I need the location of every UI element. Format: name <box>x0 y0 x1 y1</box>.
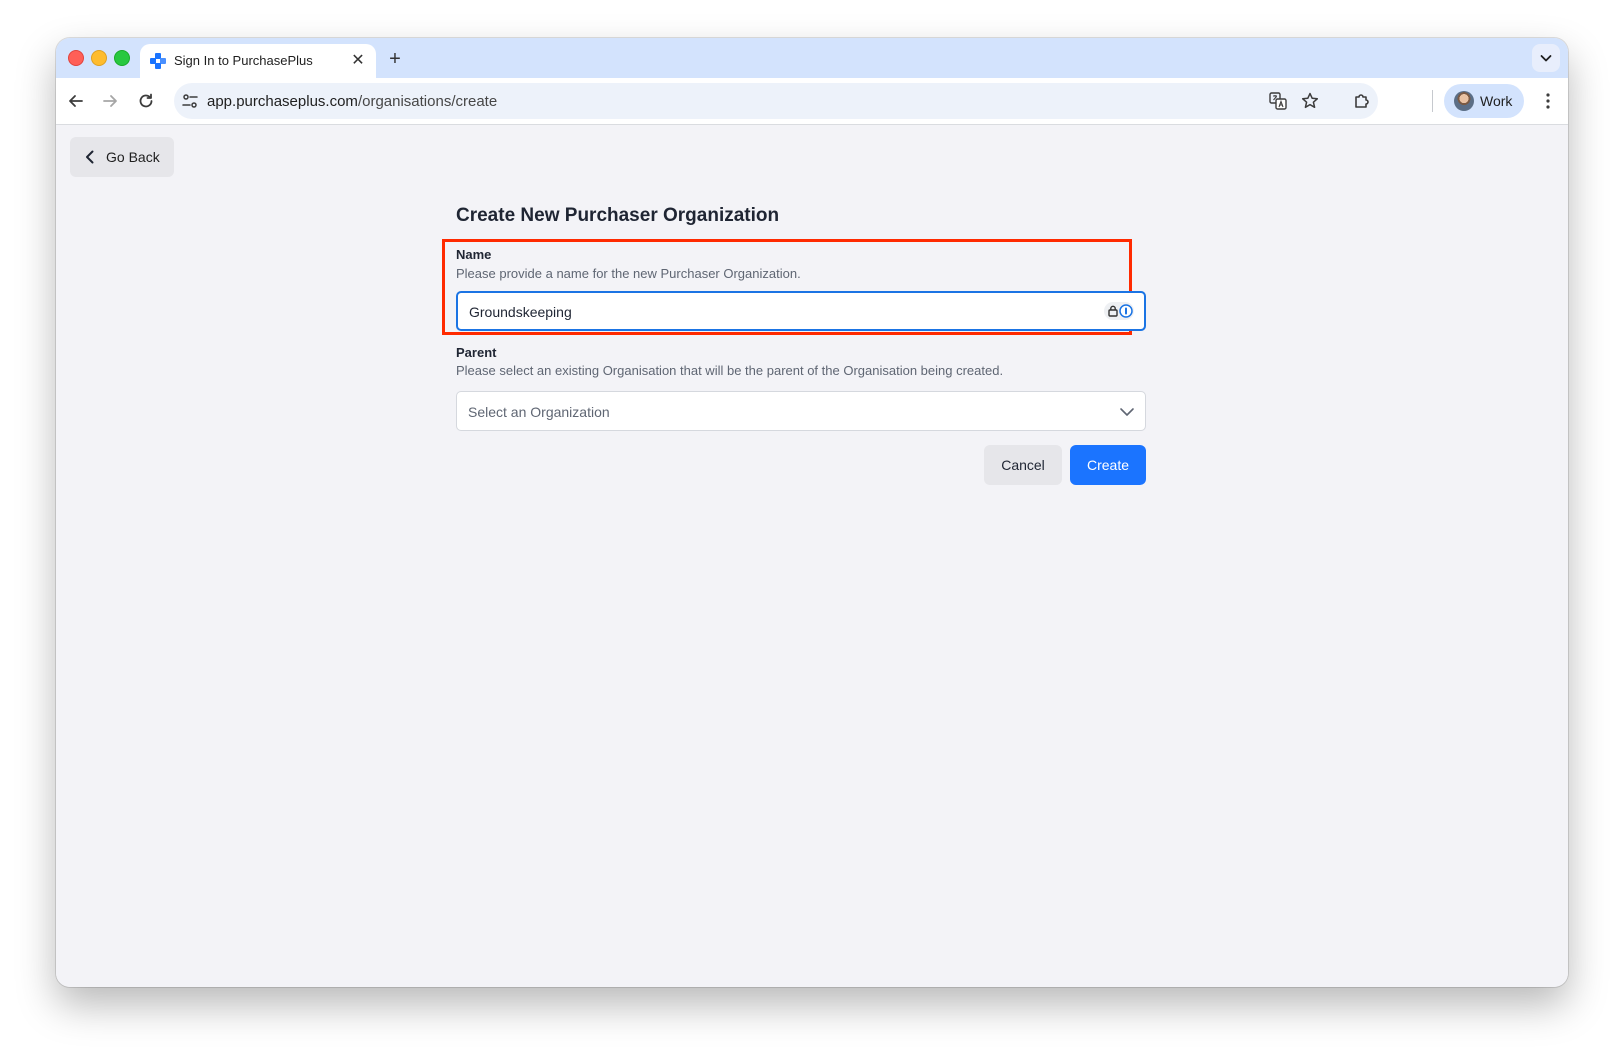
bookmark-star-icon[interactable] <box>1300 91 1320 111</box>
name-help-text: Please provide a name for the new Purcha… <box>456 266 801 281</box>
chevron-down-icon <box>1120 408 1134 416</box>
tab-strip: Sign In to PurchasePlus ✕ + <box>56 38 1568 78</box>
extensions-puzzle-icon[interactable] <box>1348 87 1376 115</box>
create-button[interactable]: Create <box>1070 445 1146 485</box>
tab-close-icon[interactable]: ✕ <box>348 51 368 71</box>
more-menu-icon[interactable] <box>1534 87 1562 115</box>
url-host: app.purchaseplus.com <box>207 93 358 110</box>
profile-label: Work <box>1480 93 1513 109</box>
url-text: app.purchaseplus.com/organisations/creat… <box>207 93 497 110</box>
avatar <box>1454 91 1474 111</box>
name-input-value: Groundskeeping <box>469 304 572 320</box>
lock-icon <box>1108 305 1118 317</box>
translate-icon[interactable] <box>1268 91 1288 111</box>
tab-search-button[interactable] <box>1532 44 1560 72</box>
browser-window: Sign In to PurchasePlus ✕ + app.purchase… <box>56 38 1568 987</box>
parent-organization-select[interactable]: Select an Organization <box>456 391 1146 431</box>
minimize-window-button[interactable] <box>91 50 107 66</box>
site-settings-icon[interactable] <box>180 91 200 111</box>
page-title: Create New Purchaser Organization <box>456 205 780 226</box>
parent-select-placeholder: Select an Organization <box>468 404 610 420</box>
zoom-window-button[interactable] <box>114 50 130 66</box>
tab-title: Sign In to PurchasePlus <box>174 53 313 68</box>
address-bar[interactable]: app.purchaseplus.com/organisations/creat… <box>174 83 1378 119</box>
purchaseplus-favicon-icon <box>150 53 166 69</box>
page-content: Go Back Create New Purchaser Organizatio… <box>56 125 1568 987</box>
browser-tab[interactable]: Sign In to PurchasePlus ✕ <box>140 44 376 78</box>
parent-label: Parent <box>456 345 497 360</box>
profile-button[interactable]: Work <box>1444 84 1524 118</box>
cancel-button[interactable]: Cancel <box>984 445 1062 485</box>
new-tab-button[interactable]: + <box>382 46 408 72</box>
forward-arrow-icon[interactable] <box>96 87 124 115</box>
parent-help-text: Please select an existing Organisation t… <box>456 363 1004 378</box>
url-path: /organisations/create <box>357 93 498 110</box>
chevron-left-icon <box>86 150 94 164</box>
browser-toolbar: app.purchaseplus.com/organisations/creat… <box>56 78 1568 125</box>
name-input[interactable]: Groundskeeping <box>456 291 1146 331</box>
name-label: Name <box>456 247 492 262</box>
back-arrow-icon[interactable] <box>62 87 90 115</box>
toolbar-separator <box>1432 90 1433 112</box>
chevron-down-icon <box>1540 55 1552 62</box>
go-back-label: Go Back <box>106 149 160 165</box>
reload-icon[interactable] <box>132 87 160 115</box>
password-manager-badge[interactable] <box>1104 302 1134 320</box>
go-back-button[interactable]: Go Back <box>70 137 174 177</box>
close-window-button[interactable] <box>68 50 84 66</box>
password-manager-icon <box>1119 304 1133 318</box>
